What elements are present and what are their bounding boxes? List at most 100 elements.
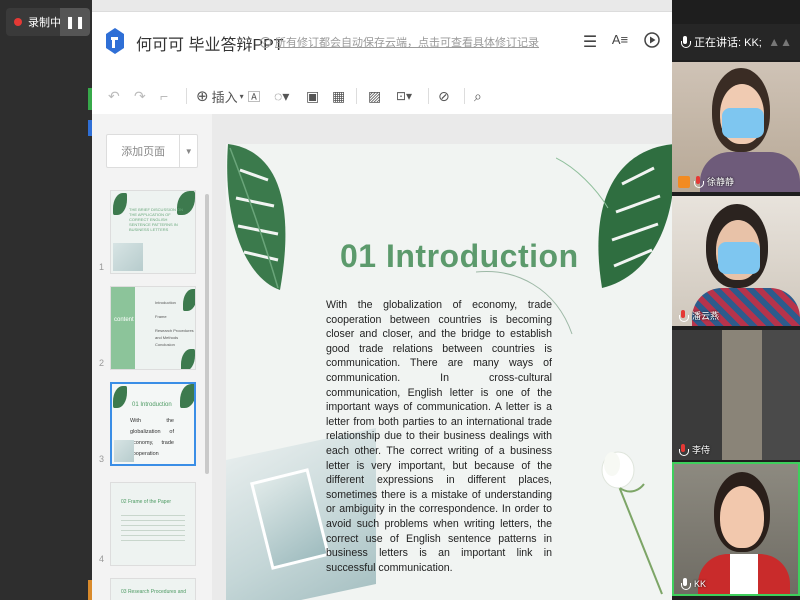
editor-toolbar: ↶ ↷ ⌐ ⊕ 插入 ▾ 🄰 ◌▾ ▣ ▦ ▨ ⊡▾ ⊘ ⌕ [92, 78, 672, 114]
toolbar-divider [186, 88, 187, 104]
leaf-decoration [113, 193, 127, 215]
thumbnail-text-lines [121, 511, 185, 541]
thumbnail-item: Research Procedures and Methods [155, 328, 194, 340]
check-circle-icon: ✓ [260, 36, 271, 48]
slide-thumbnail-4[interactable]: 02 Frame of the Paper [110, 482, 196, 566]
background-wall [722, 330, 762, 460]
thumbnail-title: THE BRIEF DISCUSSION ON THE APPLICATION … [129, 207, 184, 232]
toolbar-divider [356, 88, 357, 104]
leaf-decoration [181, 349, 195, 369]
caret-down-icon[interactable]: ▼ [179, 135, 197, 167]
monstera-leaf-decoration [227, 144, 286, 290]
text-box-icon[interactable]: 🄰 [248, 86, 260, 106]
slide-thumbnail-5[interactable]: 03 Research Procedures and [110, 578, 196, 600]
active-speaker-bar: 正在讲话: KK; ▲▲ [672, 24, 800, 60]
recording-status-label: 录制中 [28, 17, 61, 29]
slide[interactable]: 01 Introduction With the globalization o… [226, 144, 672, 600]
menu-icon[interactable]: ☰ [580, 32, 600, 52]
redo-icon[interactable]: ↷ [134, 86, 146, 106]
slide-thumbnail-1[interactable]: THE BRIEF DISCUSSION ON THE APPLICATION … [110, 190, 196, 274]
window-titlebar [92, 0, 672, 12]
active-speaker-label: 正在讲话: KK; [694, 37, 762, 49]
participant-name-text: KK [694, 579, 707, 589]
participant-video-tile[interactable]: 徐静静 [672, 62, 800, 192]
add-page-label: 添加页面 [121, 146, 166, 158]
microphone-icon [680, 36, 691, 48]
thumbnail-item: Frame [155, 314, 167, 319]
participant-name: 潘云燕 [678, 309, 719, 322]
face-mask [722, 108, 764, 138]
thumbnail-photo [114, 440, 134, 462]
image-icon[interactable]: ▣ [306, 86, 319, 106]
thumbnail-preview: With the globalization of economy, trade… [130, 418, 174, 457]
insert-label: 插入 [211, 89, 238, 105]
thumbnail-title: 03 Research Procedures and [121, 589, 187, 595]
slide-number: 3 [99, 454, 105, 464]
play-icon[interactable] [642, 32, 662, 53]
slide-number: 2 [99, 358, 105, 368]
autosave-note[interactable]: ✓ 所有修订都会自动保存云端，点击可查看具体修订记录 [260, 34, 539, 50]
participant-name: 徐静静 [678, 175, 734, 188]
desktop-left-strip: 录制中 ❚❚ [0, 0, 92, 600]
slide-thumbnail-sidebar: 添加页面 ▼ THE BRIEF DISCUSSION ON THE APPLI… [92, 114, 212, 600]
text-style-icon[interactable]: A≡ [610, 32, 630, 47]
slide-thumbnail-2[interactable]: content Introduction Frame Research Proc… [110, 286, 196, 370]
thumbnail-title: 01 Introduction [132, 402, 172, 408]
recording-indicator[interactable]: 录制中 ❚❚ [6, 8, 90, 36]
shirt-collar [730, 554, 758, 594]
insert-button[interactable]: ⊕ 插入 ▾ [196, 86, 244, 106]
undo-icon[interactable]: ↶ [108, 86, 120, 106]
shape-icon[interactable]: ◌▾ [274, 86, 289, 106]
microphone-active-icon [680, 578, 691, 590]
presentation-editor: 何可可 毕业答辩PPT ✓ 所有修订都会自动保存云端，点击可查看具体修订记录 ☰… [92, 0, 672, 600]
search-icon[interactable]: ⌕ [474, 86, 482, 106]
thumbnail-title: 02 Frame of the Paper [121, 499, 172, 505]
leaf-decoration [113, 386, 127, 408]
signal-icon: ▲▲ [768, 35, 792, 49]
participant-name-text: 潘云燕 [692, 311, 720, 321]
slide-number: 4 [99, 554, 105, 564]
thumbnail-item: Conclusion [155, 342, 175, 347]
thumbnail-side-band [111, 287, 135, 369]
participant-name: KK [680, 578, 706, 590]
slide-thumbnail-3[interactable]: 01 Introduction With the globalization o… [110, 382, 196, 466]
participant-video-tile[interactable]: 潘云燕 [672, 196, 800, 326]
slide-canvas[interactable]: 01 Introduction With the globalization o… [212, 114, 672, 600]
participant-name-text: 徐静静 [707, 177, 735, 187]
microphone-muted-icon [678, 309, 689, 322]
participant-video-tile[interactable]: 李侍 [672, 330, 800, 460]
add-page-button[interactable]: 添加页面 ▼ [106, 134, 198, 168]
thumbnail-title: content [114, 317, 134, 323]
leaf-decoration [183, 289, 195, 311]
participant-name: 李侍 [678, 443, 710, 456]
sidebar-scrollbar[interactable] [205, 194, 209, 474]
microphone-muted-icon [678, 443, 689, 456]
font-size-icon[interactable]: ⊡▾ [396, 86, 412, 106]
caret-down-icon: ▾ [239, 91, 244, 101]
screen: 录制中 ❚❚ 何可可 毕业答辩PPT ✓ 所有修订都会自动保存云端，点击可查看具… [0, 0, 800, 600]
host-badge-icon [678, 175, 690, 188]
autosave-note-text: 所有修订都会自动保存云端，点击可查看具体修订记录 [275, 37, 539, 49]
thumbnail-photo [113, 243, 143, 271]
editor-header: 何可可 毕业答辩PPT ✓ 所有修订都会自动保存云端，点击可查看具体修订记录 ☰… [92, 12, 672, 70]
plus-circle-icon: ⊕ [196, 88, 209, 105]
face-mask [718, 242, 760, 274]
link-icon[interactable]: ⊘ [438, 86, 450, 106]
video-conference-panel: 正在讲话: KK; ▲▲ 徐静静 潘云燕 李侍 KK [672, 0, 800, 600]
pause-icon[interactable]: ❚❚ [60, 8, 90, 36]
app-logo-icon [106, 28, 124, 54]
pattern-fill-icon[interactable]: ▨ [368, 86, 381, 106]
format-painter-icon[interactable]: ⌐ [160, 86, 168, 106]
participant-video-tile-speaking[interactable]: KK [672, 462, 800, 596]
slide-body-text[interactable]: With the globalization of economy, trade… [326, 298, 552, 575]
leaf-decoration [180, 384, 194, 408]
microphone-muted-icon [693, 175, 704, 188]
white-flower-decoration [601, 451, 663, 595]
record-dot-icon [14, 18, 22, 26]
participant-name-text: 李侍 [692, 445, 711, 455]
slide-title[interactable]: 01 Introduction [340, 238, 579, 275]
person-face [720, 486, 764, 548]
toolbar-divider [464, 88, 465, 104]
toolbar-divider [428, 88, 429, 104]
table-icon[interactable]: ▦ [332, 86, 345, 106]
